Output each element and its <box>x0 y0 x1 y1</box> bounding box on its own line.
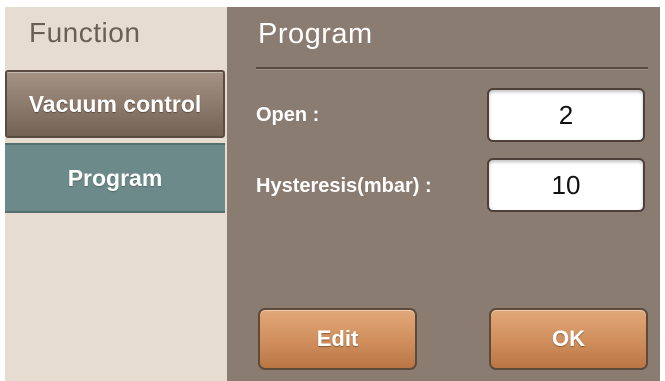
hysteresis-label: Hysteresis(mbar) : <box>256 175 432 197</box>
open-label: Open : <box>256 104 320 126</box>
sidebar-item-program[interactable]: Program <box>5 143 225 213</box>
edit-button[interactable]: Edit <box>258 308 417 370</box>
page-title: Program <box>258 18 373 50</box>
function-sidebar: Function Vacuum control Program <box>5 7 227 381</box>
program-panel: Program Open : 2 Hysteresis(mbar) : 10 E… <box>227 7 660 381</box>
program-screen: Function Vacuum control Program Program … <box>5 7 660 381</box>
hysteresis-value-field[interactable]: 10 <box>487 158 645 212</box>
sidebar-item-vacuum-control[interactable]: Vacuum control <box>5 70 225 138</box>
ok-button[interactable]: OK <box>489 308 648 370</box>
open-value-field[interactable]: 2 <box>487 88 645 142</box>
sidebar-title: Function <box>29 17 141 48</box>
title-divider <box>256 67 648 69</box>
